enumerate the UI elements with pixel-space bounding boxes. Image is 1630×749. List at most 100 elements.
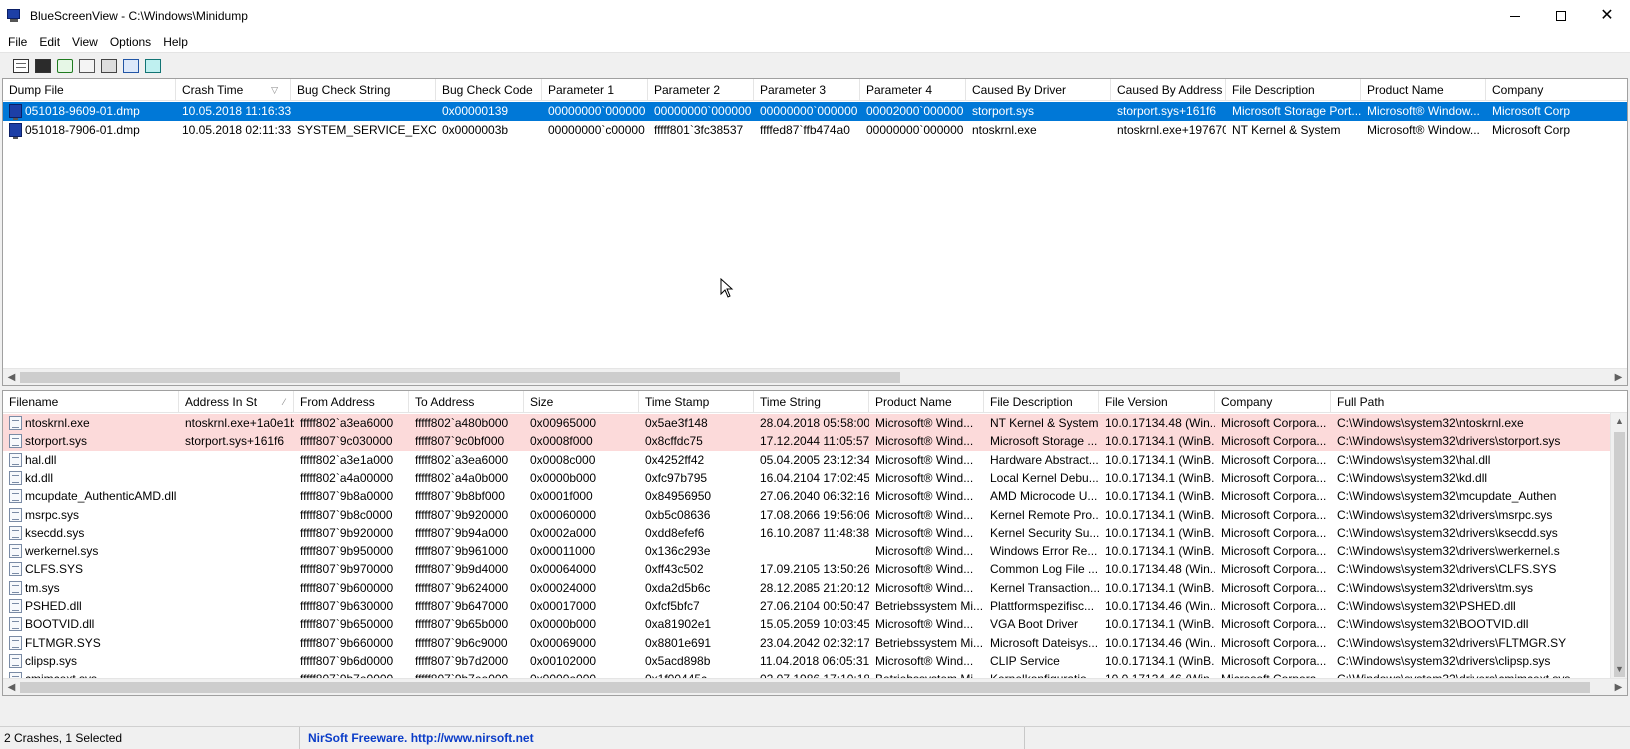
crash-list[interactable]: Dump File Crash Time ▽ Bug Check String B… <box>2 78 1628 386</box>
driver-row[interactable]: werkernel.sys fffff807`9b950000 fffff807`9… <box>3 542 1627 561</box>
scroll-left-icon[interactable]: ◀ <box>3 679 20 695</box>
col-company[interactable]: Company <box>1215 391 1331 413</box>
cell-size: 0x0008c000 <box>530 452 596 467</box>
toolbar-find-button[interactable] <box>120 55 142 77</box>
cell-file-version: 10.0.17134.1 (WinB... <box>1105 452 1215 467</box>
col-file-description[interactable]: File Description <box>984 391 1099 413</box>
menu-file[interactable]: File <box>0 35 33 49</box>
col-crash-time-label: Crash Time <box>182 83 244 97</box>
menu-edit[interactable]: Edit <box>33 35 66 49</box>
driver-row[interactable]: kd.dll fffff802`a4a00000 fffff802`a4a0b000… <box>3 469 1627 488</box>
col-bug-check-string[interactable]: Bug Check String <box>291 79 436 101</box>
cell-caused-by-driver: storport.sys <box>972 104 1035 118</box>
cell-file-version: 10.0.17134.1 (WinB... <box>1105 580 1215 595</box>
cell-filename: werkernel.sys <box>25 544 99 559</box>
driver-row[interactable]: mcupdate_AuthenticAMD.dll fffff807`9b8a00… <box>3 487 1627 506</box>
scroll-right-icon[interactable]: ▶ <box>1610 679 1627 695</box>
cell-size: 0x00102000 <box>530 653 597 668</box>
crash-list-hscrollbar[interactable]: ◀ ▶ <box>3 368 1627 385</box>
col-product-name[interactable]: Product Name <box>869 391 984 413</box>
cell-to-address: fffff807`9b6c9000 <box>415 635 508 650</box>
col-parameter-3[interactable]: Parameter 3 <box>754 79 860 101</box>
col-from-address[interactable]: From Address <box>294 391 409 413</box>
menu-help[interactable]: Help <box>157 35 194 49</box>
toolbar-properties-button[interactable] <box>98 55 120 77</box>
col-parameter-2[interactable]: Parameter 2 <box>648 79 754 101</box>
col-to-address[interactable]: To Address <box>409 391 524 413</box>
scroll-up-icon[interactable]: ▲ <box>1611 413 1627 430</box>
driver-row[interactable]: storport.sys storport.sys+161f6 fffff807`9… <box>3 432 1627 452</box>
menu-options[interactable]: Options <box>104 35 157 49</box>
toolbar-copy-button[interactable] <box>76 55 98 77</box>
col-full-path[interactable]: Full Path <box>1331 391 1627 413</box>
minimize-button[interactable] <box>1492 0 1538 32</box>
cell-size: 0x0000b000 <box>530 470 597 485</box>
driver-row[interactable]: tm.sys fffff807`9b600000 fffff807`9b624000… <box>3 579 1627 598</box>
cell-time-stamp: 0x5acd898b <box>645 653 711 668</box>
driver-row[interactable]: ntoskrnl.exe ntoskrnl.exe+1a0e1b fffff802`… <box>3 414 1627 433</box>
app-icon <box>6 9 22 23</box>
scroll-left-icon[interactable]: ◀ <box>3 369 20 385</box>
toolbar-save-button[interactable] <box>32 55 54 77</box>
toolbar-html-report-button[interactable] <box>10 55 32 77</box>
cell-file-description: Kernel Remote Pro... <box>990 507 1099 522</box>
crash-row[interactable]: 051018-9609-01.dmp 10.05.2018 11:16:33 0… <box>3 102 1627 121</box>
nirsoft-link[interactable]: NirSoft Freeware. http://www.nirsoft.net <box>308 731 534 745</box>
sort-icon: ⁄ <box>283 397 285 407</box>
toolbar-exit-button[interactable] <box>142 55 164 77</box>
col-time-string[interactable]: Time String <box>754 391 869 413</box>
col-caused-by-driver[interactable]: Caused By Driver <box>966 79 1111 101</box>
driver-row[interactable]: BOOTVID.dll fffff807`9b650000 fffff807`9b6… <box>3 615 1627 634</box>
col-parameter-4[interactable]: Parameter 4 <box>860 79 966 101</box>
close-button[interactable]: ✕ <box>1584 0 1630 32</box>
cell-filename: BOOTVID.dll <box>25 617 95 632</box>
driver-row[interactable]: PSHED.dll fffff807`9b630000 fffff807`9b647… <box>3 597 1627 616</box>
scroll-down-icon[interactable]: ▼ <box>1611 661 1627 678</box>
driver-row[interactable]: clipsp.sys fffff807`9b6d0000 fffff807`9b7d… <box>3 652 1627 671</box>
driver-row[interactable]: hal.dll fffff802`a3e1a000 fffff802`a3ea600… <box>3 451 1627 470</box>
col-bug-check-code[interactable]: Bug Check Code <box>436 79 542 101</box>
col-file-version[interactable]: File Version <box>1099 391 1215 413</box>
col-size[interactable]: Size <box>524 391 639 413</box>
scroll-right-icon[interactable]: ▶ <box>1610 369 1627 385</box>
driver-list-vscroll-thumb[interactable] <box>1614 432 1625 677</box>
cell-file-version: 10.0.17134.48 (Win... <box>1105 416 1215 430</box>
driver-list[interactable]: Filename Address In St ⁄ From Address To … <box>2 390 1628 696</box>
col-product-name[interactable]: Product Name <box>1361 79 1486 101</box>
col-file-description[interactable]: File Description <box>1226 79 1361 101</box>
maximize-button[interactable] <box>1538 0 1584 32</box>
driver-list-hscrollbar[interactable]: ◀ ▶ <box>3 678 1627 695</box>
driver-row[interactable]: msrpc.sys fffff807`9b8c0000 fffff807`9b920… <box>3 506 1627 525</box>
cell-caused-by-driver: ntoskrnl.exe <box>972 123 1037 137</box>
cell-full-path: C:\Windows\system32\hal.dll <box>1337 452 1491 467</box>
col-filename[interactable]: Filename <box>3 391 179 413</box>
col-address-in-stack[interactable]: Address In St ⁄ <box>179 391 294 413</box>
cell-time-stamp: 0xda2d5b6c <box>645 580 711 595</box>
col-dump-file[interactable]: Dump File <box>3 79 176 101</box>
crash-row[interactable]: 051018-7906-01.dmp 10.05.2018 02:11:33 S… <box>3 121 1627 140</box>
col-time-stamp[interactable]: Time Stamp <box>639 391 754 413</box>
crash-list-hscroll-thumb[interactable] <box>20 372 900 383</box>
cell-from-address: fffff807`9b630000 <box>300 599 394 613</box>
col-parameter-1[interactable]: Parameter 1 <box>542 79 648 101</box>
cell-filename: tm.sys <box>25 580 60 595</box>
col-crash-time[interactable]: Crash Time ▽ <box>176 79 291 101</box>
cell-company: Microsoft Corp <box>1492 123 1571 137</box>
cell-size: 0x00064000 <box>530 562 597 577</box>
driver-row[interactable]: CLFS.SYS fffff807`9b970000 fffff807`9b9d40… <box>3 560 1627 579</box>
report-icon <box>13 58 29 73</box>
col-caused-by-address[interactable]: Caused By Address <box>1111 79 1226 101</box>
col-company[interactable]: Company <box>1486 79 1627 101</box>
cell-parameter-1: 00000000`c00000 <box>548 123 645 137</box>
toolbar-refresh-button[interactable] <box>54 55 76 77</box>
cell-file-version: 10.0.17134.1 (WinB... <box>1105 525 1215 540</box>
driver-list-vscrollbar[interactable]: ▲ ▼ <box>1610 413 1627 678</box>
driver-row[interactable]: FLTMGR.SYS fffff807`9b660000 fffff807`9b6c… <box>3 634 1627 653</box>
driver-row[interactable]: ksecdd.sys fffff807`9b920000 fffff807`9b94… <box>3 524 1627 543</box>
cell-file-description: Kernel Transaction... <box>990 580 1099 595</box>
cell-full-path: C:\Windows\system32\drivers\FLTMGR.SY <box>1337 635 1567 650</box>
cell-product-name: Microsoft® Wind... <box>875 470 974 485</box>
menu-view[interactable]: View <box>66 35 104 49</box>
cell-product-name: Betriebssystem Mi... <box>875 635 984 650</box>
driver-list-hscroll-thumb[interactable] <box>20 682 1590 693</box>
